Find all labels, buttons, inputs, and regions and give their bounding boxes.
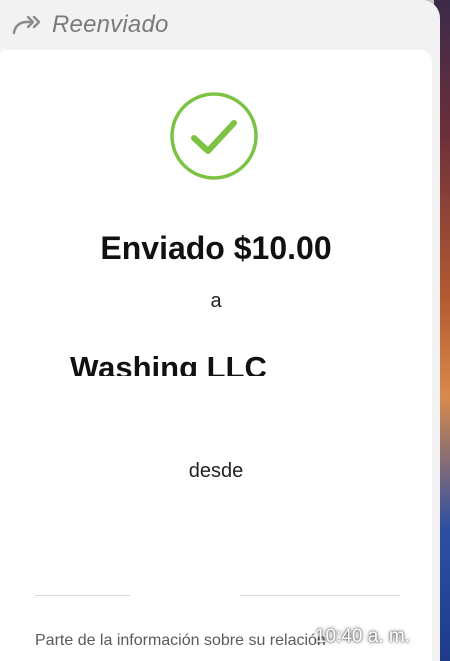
divider-right	[240, 595, 400, 596]
forwarded-label: Reenviado	[52, 11, 169, 38]
from-label: desde	[188, 460, 244, 482]
message-bubble[interactable]: Reenviado Enviado $10.00 a Washing LLC d…	[0, 0, 440, 661]
forwarded-indicator: Reenviado	[12, 10, 169, 40]
message-timestamp: 10:40 a. m.	[314, 626, 410, 647]
payment-receipt-card[interactable]: Enviado $10.00 a Washing LLC desde Parte…	[0, 50, 432, 661]
redaction-mark	[92, 346, 122, 360]
payment-amount-heading: Enviado $10.00	[100, 230, 332, 266]
forward-arrow-icon	[12, 15, 40, 35]
redaction-mark	[60, 376, 290, 394]
divider-left	[35, 595, 130, 596]
check-circle-icon	[170, 92, 258, 180]
to-label: a	[210, 290, 222, 312]
